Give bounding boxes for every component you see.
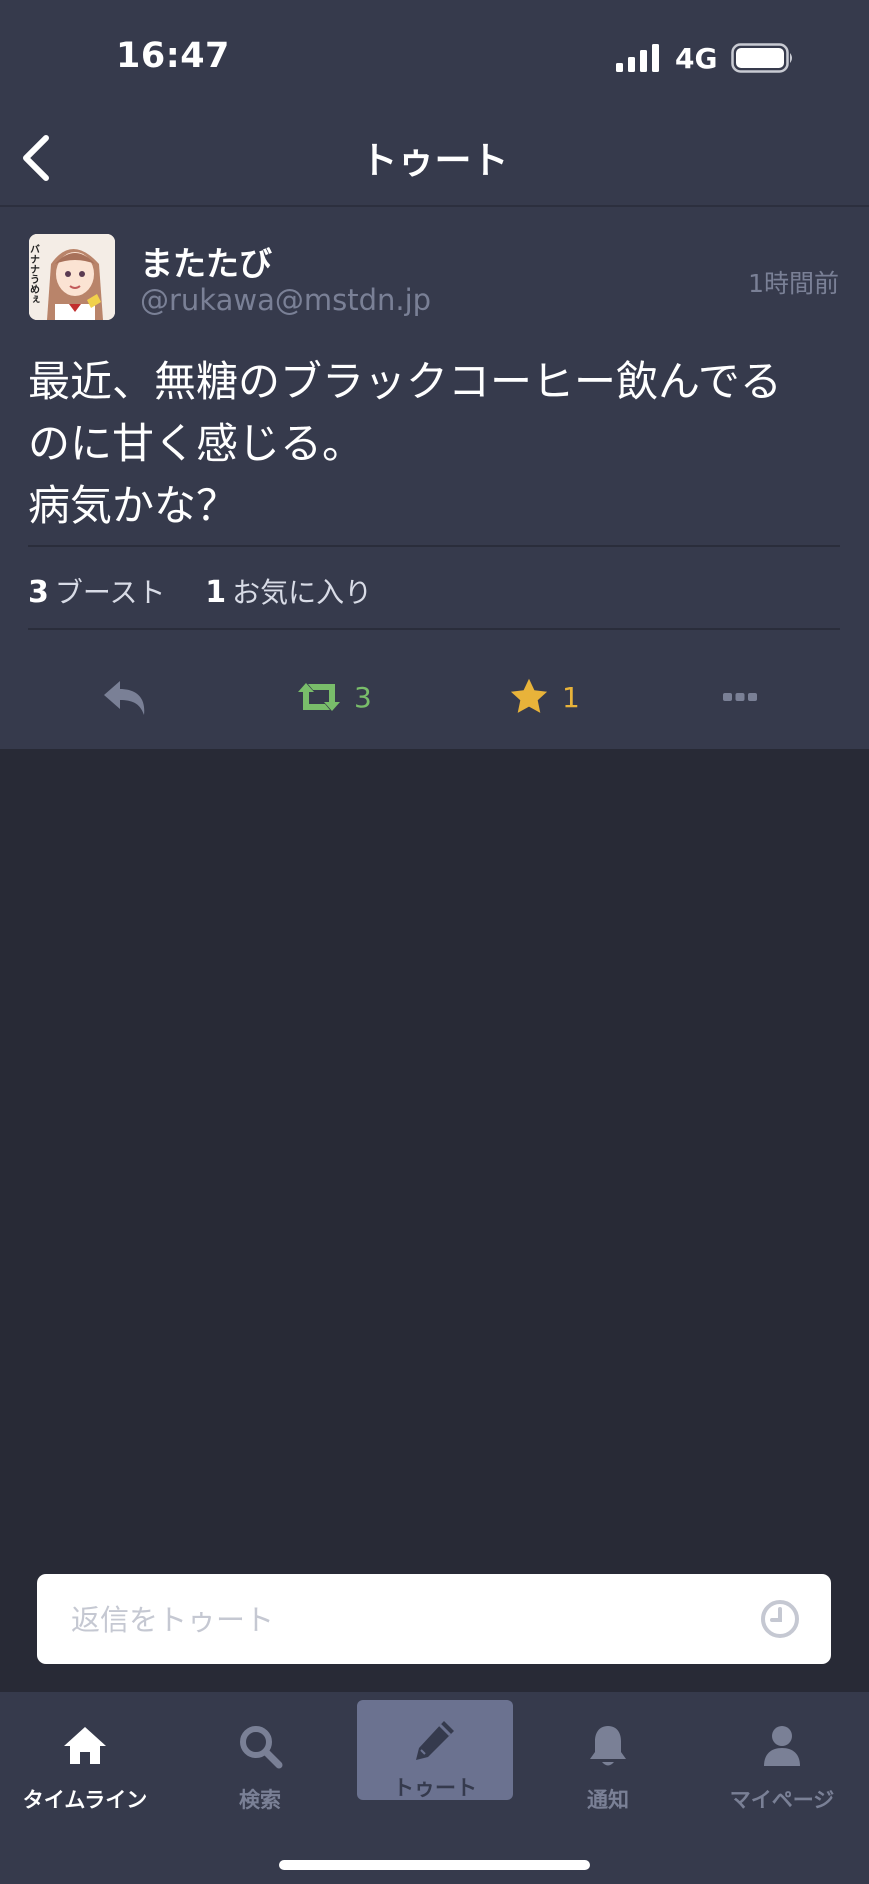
favourite-button[interactable]: 1 [508,667,580,727]
account-handle[interactable]: @rukawa@mstdn.jp [140,283,431,317]
reply-icon [104,681,145,715]
tab-label: トゥート [393,1776,477,1800]
favourite-stat-count: 1 [205,575,227,610]
tab-search[interactable]: 検索 [182,1700,338,1812]
status-bar: 16:47 4G [0,0,869,110]
screen: 16:47 4G トゥート バナナうめぇ またたび @rukawa@mstdn.… [0,0,869,1884]
battery-icon [731,43,792,73]
tab-label: 通知 [587,1788,629,1812]
clock-icon[interactable] [759,1598,801,1640]
pencil-icon [416,1721,454,1760]
user-icon [764,1726,800,1766]
boost-button[interactable]: 3 [296,667,372,727]
boost-count: 3 [354,680,372,714]
favourite-count: 1 [562,680,580,714]
toot-content: 最近、無糖のブラックコーヒー飲んでる のに甘く感じる。 病気かな？ [28,351,843,537]
page-title: トゥート [360,139,509,182]
signal-icon [616,44,659,72]
nav-bar: トゥート [0,110,869,207]
avatar[interactable]: バナナうめぇ [29,234,115,320]
tab-bar: タイムライン 検索 トゥート 通知 マイページ [0,1692,869,1884]
tab-notifications[interactable]: 通知 [530,1700,686,1812]
tab-timeline[interactable]: タイムライン [7,1700,163,1812]
divider [28,545,840,547]
favourite-stat-label: お気に入り [232,576,373,609]
timestamp[interactable]: 1時間前 [748,264,839,300]
home-indicator[interactable] [279,1860,590,1870]
reply-input[interactable] [69,1592,753,1648]
network-type: 4G [675,42,718,75]
search-icon [240,1726,283,1769]
more-button[interactable] [722,667,758,727]
action-bar: 3 1 [0,647,869,747]
tab-compose[interactable]: トゥート [357,1700,513,1800]
content-line: 病気かな？ [28,481,239,530]
display-name[interactable]: またたび [140,237,272,285]
boost-stat[interactable]: 3 ブースト [28,575,166,610]
tab-label: マイページ [729,1788,835,1812]
tab-label: 検索 [239,1788,281,1812]
reply-button[interactable] [100,667,150,727]
reply-composer [37,1574,831,1664]
toot-stats: 3 ブースト 1 お気に入り [28,571,372,611]
bell-icon [590,1726,626,1766]
ellipsis-icon [723,693,757,701]
tab-mypage[interactable]: マイページ [704,1700,860,1812]
avatar-illustration-icon: バナナうめぇ [29,234,115,320]
content-line: のに甘く感じる。 [28,419,365,468]
toot-detail: バナナうめぇ またたび @rukawa@mstdn.jp 1時間前 最近、無糖の… [0,207,869,749]
home-icon [64,1727,106,1764]
retweet-icon [298,683,340,711]
tab-label: タイムライン [22,1788,148,1812]
favourite-stat[interactable]: 1 お気に入り [205,575,373,610]
boost-stat-label: ブースト [54,576,166,609]
boost-stat-count: 3 [28,575,49,610]
status-time: 16:47 [116,36,230,76]
star-icon [510,678,548,713]
svg-text:バナナうめぇ: バナナうめぇ [29,244,40,304]
divider [28,628,840,630]
content-line: 最近、無糖のブラックコーヒー飲んでる [28,357,782,406]
